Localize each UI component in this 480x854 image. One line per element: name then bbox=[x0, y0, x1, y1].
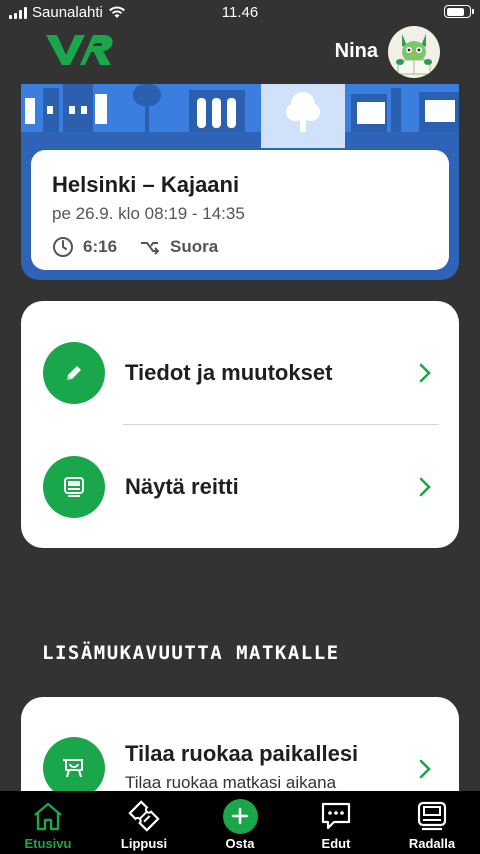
tab-label: Radalla bbox=[408, 836, 456, 851]
divider bbox=[123, 424, 439, 425]
train-icon bbox=[43, 456, 105, 518]
action-details-changes[interactable]: Tiedot ja muutokset bbox=[21, 341, 459, 405]
chat-bubble-icon bbox=[320, 799, 352, 833]
action-label: Näytä reitti bbox=[125, 474, 239, 499]
chevron-right-icon bbox=[419, 477, 431, 497]
direct-route-icon bbox=[139, 238, 161, 256]
tab-label: Lippusi bbox=[120, 836, 168, 851]
battery-icon bbox=[444, 5, 474, 18]
trip-meta: 6:16 Suora bbox=[52, 236, 218, 258]
avatar[interactable] bbox=[388, 26, 440, 78]
food-subtitle: Tilaa ruokaa matkasi aikana bbox=[125, 773, 337, 792]
pencil-icon bbox=[43, 342, 105, 404]
section-title: LISÄMUKAVUUTTA MATKALLE bbox=[42, 642, 340, 664]
trip-actions-card: Tiedot ja muutokset Näytä reitti bbox=[21, 301, 459, 548]
trip-details: Helsinki – Kajaani pe 26.9. klo 08:19 - … bbox=[31, 150, 449, 270]
tab-label: Etusivu bbox=[24, 836, 72, 851]
tab-etusivu[interactable]: Etusivu bbox=[0, 791, 96, 854]
tab-radalla[interactable]: Radalla bbox=[384, 791, 480, 854]
train-icon bbox=[416, 799, 448, 833]
vr-logo bbox=[44, 33, 114, 72]
ticket-icon bbox=[128, 799, 160, 833]
tab-lippusi[interactable]: Lippusi bbox=[96, 791, 192, 854]
food-title: Tilaa ruokaa paikallesi bbox=[125, 741, 359, 766]
tab-osta[interactable]: Osta bbox=[192, 791, 288, 854]
chevron-right-icon bbox=[419, 759, 431, 779]
status-bar: Saunalahti 11.46 bbox=[0, 0, 480, 26]
tab-bar: Etusivu Lippusi Osta Edut Radalla bbox=[0, 791, 480, 854]
action-show-route[interactable]: Näytä reitti bbox=[21, 455, 459, 519]
trip-duration: 6:16 bbox=[83, 237, 118, 256]
trip-route: Helsinki – Kajaani bbox=[52, 172, 240, 197]
trip-datetime: pe 26.9. klo 08:19 - 14:35 bbox=[52, 204, 245, 223]
trip-connection: Suora bbox=[170, 237, 219, 256]
food-tray-icon bbox=[43, 737, 105, 799]
home-icon bbox=[32, 799, 64, 833]
status-time: 11.46 bbox=[221, 4, 259, 21]
tab-label: Edut bbox=[321, 836, 351, 851]
tab-edut[interactable]: Edut bbox=[288, 791, 384, 854]
user-name: Nina bbox=[334, 40, 378, 62]
plus-icon bbox=[222, 798, 258, 834]
chevron-right-icon bbox=[419, 363, 431, 383]
action-label: Tiedot ja muutokset bbox=[125, 360, 333, 385]
tab-label: Osta bbox=[225, 836, 255, 851]
trip-banner-illustration bbox=[21, 84, 459, 148]
trip-card[interactable]: Helsinki – Kajaani pe 26.9. klo 08:19 - … bbox=[21, 84, 459, 280]
clock-icon bbox=[52, 236, 74, 258]
